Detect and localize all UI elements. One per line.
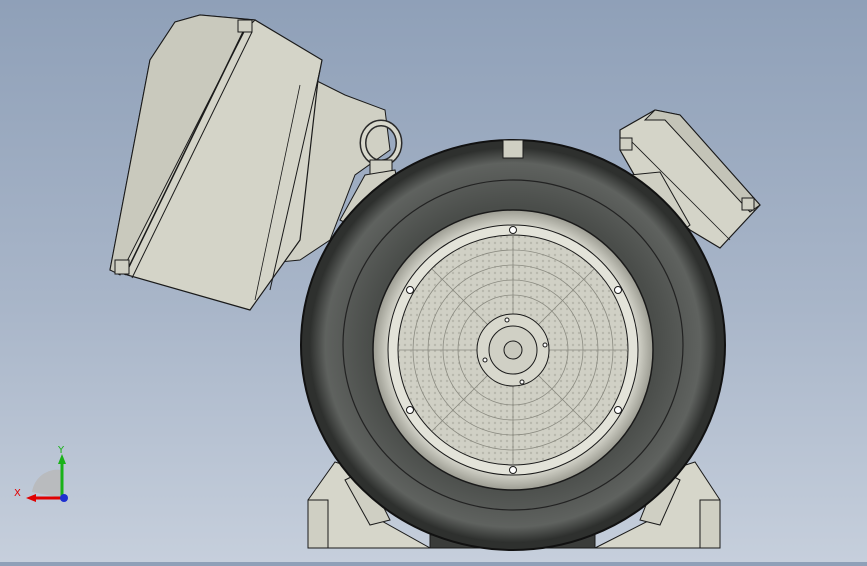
x-axis-arrow-icon bbox=[26, 494, 36, 502]
reference-triad: Y X bbox=[14, 440, 78, 510]
triad-plane-shading bbox=[32, 469, 62, 498]
x-axis-label: X bbox=[14, 488, 21, 499]
z-axis-dot-icon bbox=[60, 494, 68, 502]
fan-cover bbox=[372, 209, 654, 491]
y-axis-label: Y bbox=[57, 445, 65, 456]
graphics-viewport[interactable] bbox=[0, 0, 867, 562]
motor-model-view[interactable] bbox=[0, 0, 867, 562]
